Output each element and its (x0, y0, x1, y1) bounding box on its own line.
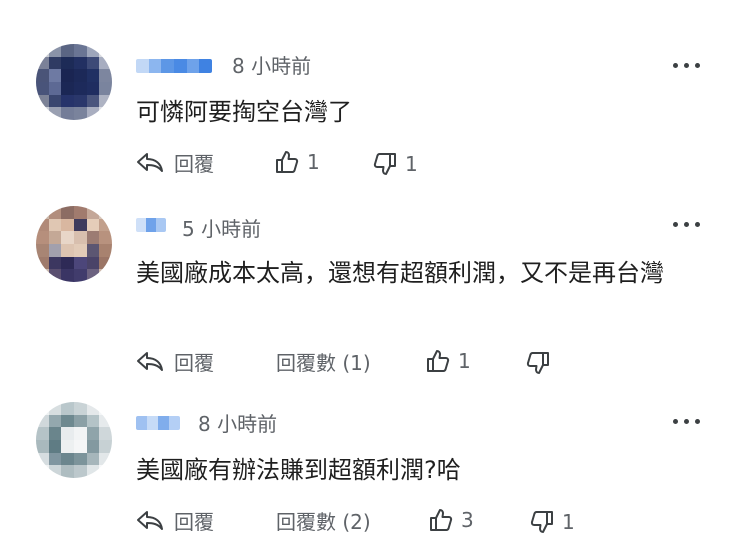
like-button[interactable]: 1 (426, 348, 471, 374)
view-replies-label: 回覆數 (1) (276, 350, 371, 375)
dislike-button[interactable] (526, 350, 558, 376)
comment-time: 8 小時前 (232, 54, 312, 78)
comment-time: 8 小時前 (198, 412, 278, 436)
username-blurred[interactable] (136, 416, 180, 430)
comment-text: 可憐阿要掏空台灣了 (136, 98, 352, 126)
thumbs-up-icon (276, 151, 299, 173)
reply-arrow-icon (137, 153, 163, 172)
username-blurred[interactable] (136, 218, 166, 232)
thumbs-down-icon (530, 511, 553, 533)
comment-1: 8 小時前 可憐阿要掏空台灣了 回覆 1 1 (0, 0, 753, 190)
reply-button[interactable]: 回覆 (136, 348, 214, 375)
dislike-count: 1 (405, 152, 418, 176)
reply-arrow-icon (137, 352, 163, 371)
more-horizontal-icon[interactable] (672, 415, 702, 429)
avatar[interactable] (36, 402, 112, 478)
avatar[interactable] (36, 44, 112, 120)
reply-arrow-icon (137, 511, 163, 530)
comment-time: 5 小時前 (182, 217, 262, 241)
reply-button[interactable]: 回覆 (136, 507, 214, 534)
thumbs-up-icon (427, 350, 450, 372)
like-count: 1 (307, 150, 320, 174)
like-button[interactable]: 1 (275, 149, 320, 175)
comment-2: 5 小時前 美國廠成本太高，還想有超額利潤，又不是再台灣 回覆 回覆數 (1) … (0, 190, 753, 390)
thumbs-down-icon (373, 153, 396, 175)
comment-text: 美國廠成本太高，還想有超額利潤，又不是再台灣 (136, 259, 664, 287)
reply-label: 回覆 (174, 350, 214, 375)
username-blurred[interactable] (136, 59, 212, 73)
thumbs-down-icon (526, 352, 549, 374)
reply-label: 回覆 (174, 509, 214, 534)
view-replies-button[interactable]: 回覆數 (1) (276, 348, 371, 375)
like-button[interactable]: 3 (429, 507, 474, 533)
dislike-count: 1 (562, 510, 575, 534)
dislike-button[interactable]: 1 (373, 151, 418, 177)
thumbs-up-icon (430, 509, 453, 531)
view-replies-label: 回覆數 (2) (276, 509, 371, 534)
view-replies-button[interactable]: 回覆數 (2) (276, 507, 371, 534)
comment-text: 美國廠有辦法賺到超額利潤?哈 (136, 456, 461, 484)
reply-button[interactable]: 回覆 (136, 149, 214, 176)
reply-label: 回覆 (174, 151, 214, 176)
more-horizontal-icon[interactable] (672, 218, 702, 232)
like-count: 3 (461, 508, 474, 532)
more-horizontal-icon[interactable] (672, 59, 702, 73)
like-count: 1 (458, 349, 471, 373)
avatar[interactable] (36, 206, 112, 282)
comment-3: 8 小時前 美國廠有辦法賺到超額利潤?哈 回覆 回覆數 (2) 3 1 (0, 390, 753, 555)
dislike-button[interactable]: 1 (530, 509, 575, 535)
